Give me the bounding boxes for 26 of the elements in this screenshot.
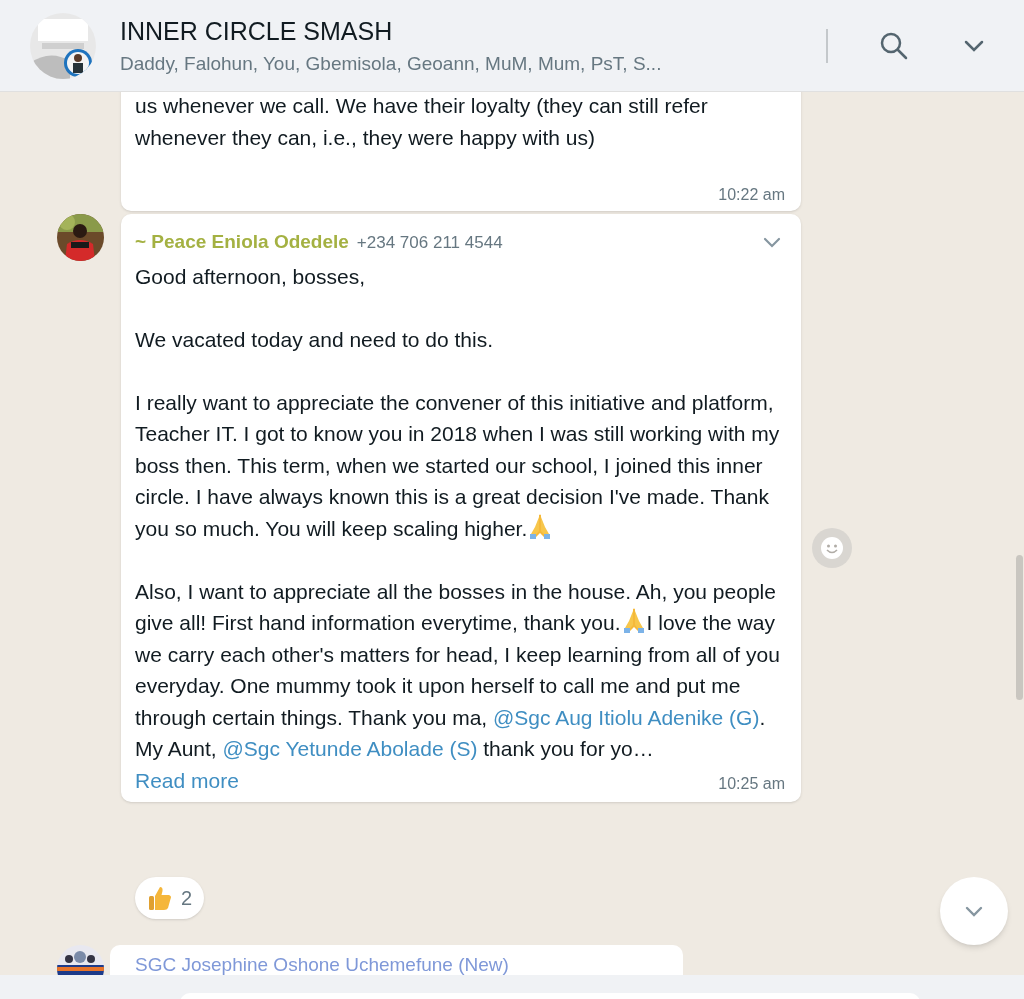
read-more-link[interactable]: Read more	[135, 764, 239, 796]
search-icon[interactable]	[880, 31, 908, 60]
sender-name[interactable]: SGC Josephine Oshone Uchemefune (New)	[135, 954, 509, 975]
message-time: 10:25 am	[718, 773, 785, 794]
message-paragraph: Also, I want to appreciate all the bosses in the house. Ah, you people give all! First hand information everytime, thank you. I love the way we carry each other's matters for head, I keep learning from all of you everyday. One mummy took it upon herself to call me and put me through certain things. Thank you ma, @Sgc Aug Itiolu Adenike (G). My Aunt, @Sgc Yetunde Abolade (S) thank you for yo…	[135, 578, 781, 762]
scroll-bar[interactable]	[1016, 555, 1023, 700]
chevron-down-icon[interactable]	[763, 236, 781, 248]
message-paragraph: us whenever we call. We have their loyalty (they can still refer whenever they can, i.e., they were happy with us)	[135, 93, 709, 151]
group-members: Daddy, Falohun, You, Gbemisola, Geoann, MuM, Mum, PsT, S...	[120, 51, 662, 76]
smiley-icon	[820, 536, 844, 560]
sender-name[interactable]: ~ Peace Eniola Odedele	[135, 228, 349, 257]
chat-title: INNER CIRCLE SMASH	[120, 15, 394, 46]
mention-link[interactable]: @Sgc Aug Itiolu Adenike (G)	[493, 705, 760, 729]
chevron-down-icon	[965, 905, 983, 917]
sender-phone: +234 706 211 4544	[356, 231, 503, 254]
folded-hands-icon	[621, 608, 646, 634]
chevron-down-icon[interactable]	[964, 39, 984, 52]
thumbs-up-icon	[147, 885, 173, 911]
message-time: 10:22 am	[717, 184, 785, 205]
reaction-count: 2	[181, 886, 193, 911]
folded-hands-icon	[528, 513, 553, 540]
message-paragraph: I really want to appreciate the convener of this initiative and platform, Teacher IT. I got to know you in 2018 when I was still working with my boss then. This term, when we started our school, I joined this inner circle. I have always known this is a great decision I've made. Thank you so much. You will keep scaling higher.	[135, 389, 781, 542]
mention-link[interactable]: @Sgc Yetunde Abolade (S)	[222, 737, 478, 760]
message-paragraph: Good afternoon, bosses,	[135, 263, 366, 290]
reaction-pill[interactable]: 2	[135, 877, 205, 919]
message-paragraph: We vacated today and need to do this.	[135, 326, 495, 353]
